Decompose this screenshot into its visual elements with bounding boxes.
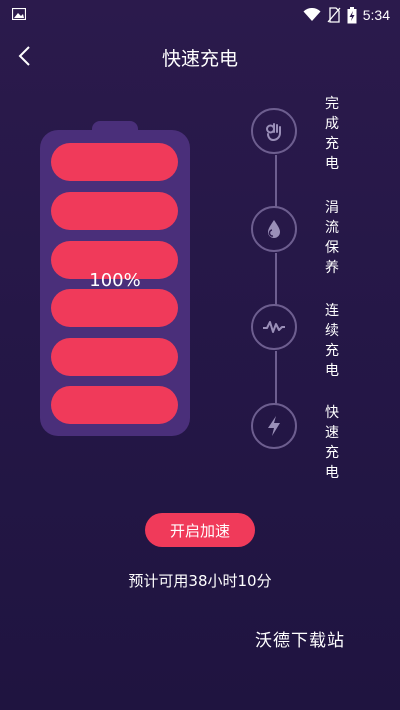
step-label-complete: 完成充电: [325, 96, 339, 172]
lightning-bolt-icon: [268, 416, 280, 436]
step-complete-circle: [251, 108, 297, 154]
no-sim-icon: [327, 7, 341, 23]
watermark-text: 沃德下载站: [255, 631, 345, 651]
battery-cell: [51, 192, 178, 230]
step-label-trickle: 涓流保养: [325, 200, 339, 276]
timeline-connector: [275, 253, 277, 305]
status-time: 5:34: [362, 7, 390, 23]
battery-cell: [51, 289, 178, 327]
water-drop-icon: [268, 220, 280, 238]
page-title: 快速充电: [161, 48, 238, 70]
battery-cell: [51, 386, 178, 424]
battery-cell: [51, 338, 178, 376]
step-label-continuous: 连续充电: [325, 303, 339, 379]
battery-charging-icon: [347, 6, 357, 23]
step-continuous-circle: [251, 304, 297, 350]
battery-percent: 100%: [89, 270, 141, 291]
estimate-text: 预计可用38小时10分: [128, 572, 272, 590]
step-trickle-circle: [251, 206, 297, 252]
ok-hand-icon: [266, 123, 281, 142]
battery-cell: [51, 143, 178, 181]
wifi-icon: [303, 8, 321, 21]
timeline-connector: [275, 351, 277, 404]
app-bar: 快速充电: [0, 30, 400, 82]
image-icon: [12, 8, 26, 20]
pulse-wave-icon: [263, 321, 285, 333]
boost-button[interactable]: 开启加速: [145, 513, 255, 547]
status-right: 5:34: [303, 6, 390, 24]
status-bar: 5:34: [0, 0, 400, 30]
step-label-fast: 快速充电: [325, 405, 339, 481]
step-fast-circle: [251, 403, 297, 449]
timeline-connector: [275, 155, 277, 207]
